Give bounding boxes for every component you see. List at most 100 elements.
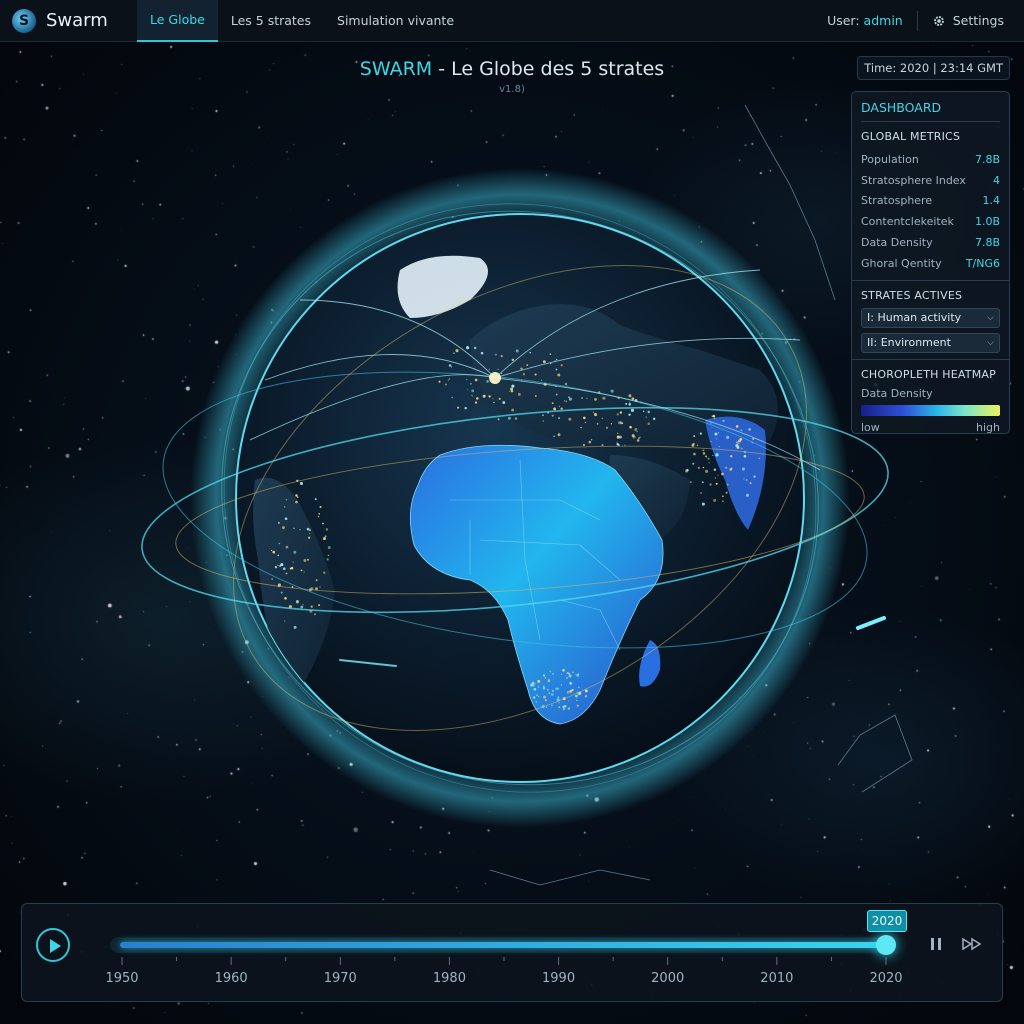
city-light xyxy=(729,467,733,471)
timeline-slider-handle[interactable] xyxy=(876,935,896,955)
city-light xyxy=(692,462,695,465)
city-light xyxy=(748,428,751,431)
heatmap-scale-labels: low high xyxy=(861,421,1000,434)
city-light xyxy=(493,401,495,404)
pause-button[interactable] xyxy=(928,936,944,952)
city-light xyxy=(327,554,330,557)
city-light xyxy=(476,397,479,400)
city-light xyxy=(551,689,554,693)
city-light xyxy=(566,691,570,694)
metric-value: 7.8B xyxy=(974,236,1000,250)
city-light xyxy=(438,380,441,383)
satellite-trail xyxy=(856,616,886,630)
metric-row: Ghoral Qentity T/NG6 xyxy=(861,253,1000,274)
settings-button[interactable]: Settings xyxy=(932,13,1004,28)
timeline-panel: 1950 1960 1970 1980 1990 2000 2010 2020 … xyxy=(21,903,1003,1002)
city-light xyxy=(469,382,472,385)
city-light xyxy=(292,561,294,563)
city-light xyxy=(715,438,717,440)
city-light xyxy=(572,671,574,674)
city-light xyxy=(647,410,650,414)
metric-value: 1.4 xyxy=(982,194,1001,208)
title-rest: - Le Globe des 5 strates xyxy=(432,58,665,80)
city-light xyxy=(285,572,288,575)
city-light xyxy=(474,378,478,382)
chevron-down-icon: ⌵ xyxy=(987,337,994,348)
city-light xyxy=(717,432,720,434)
strate-select-human-activity[interactable]: I: Human activity ⌵ xyxy=(861,307,1000,328)
strate-select-environment[interactable]: II: Environment ⌵ xyxy=(861,332,1000,353)
city-light xyxy=(281,526,285,530)
metric-row: Data Density 7.8B xyxy=(861,232,1000,253)
city-light xyxy=(530,683,533,686)
fast-forward-button[interactable] xyxy=(961,936,983,952)
city-light xyxy=(653,417,656,421)
city-light xyxy=(326,558,329,561)
strate-label: I: Human activity xyxy=(867,311,962,325)
city-light xyxy=(542,686,546,690)
city-light xyxy=(555,393,558,396)
city-light xyxy=(544,677,547,679)
brand[interactable]: S Swarm xyxy=(0,8,137,33)
city-light xyxy=(444,383,447,386)
city-light xyxy=(601,417,603,419)
city-light xyxy=(293,527,295,529)
city-light xyxy=(726,435,730,439)
metric-row: Population 7.8B xyxy=(861,149,1000,170)
city-light xyxy=(619,411,623,414)
city-light xyxy=(576,699,578,702)
city-light xyxy=(743,454,747,458)
city-light xyxy=(323,571,326,574)
city-light xyxy=(536,694,538,696)
city-light xyxy=(715,482,718,485)
city-light xyxy=(284,506,286,508)
city-light xyxy=(307,558,309,561)
city-light xyxy=(702,452,706,455)
city-light xyxy=(457,407,459,409)
city-light xyxy=(471,389,475,393)
city-light xyxy=(451,396,453,399)
city-light xyxy=(575,673,577,676)
metric-label: Ghoral Qentity xyxy=(861,256,942,270)
city-light xyxy=(584,421,587,424)
city-light xyxy=(560,407,563,410)
metric-label: Contentclekeitek xyxy=(861,215,954,229)
city-light xyxy=(594,413,598,417)
tab-simulation-vivante[interactable]: Simulation vivante xyxy=(324,0,467,42)
city-light xyxy=(483,394,486,397)
city-light xyxy=(696,444,699,447)
city-light xyxy=(447,379,449,381)
city-light xyxy=(277,564,279,567)
city-light xyxy=(319,586,321,588)
city-light xyxy=(735,444,739,448)
city-light xyxy=(306,527,310,531)
tab-les-5-strates[interactable]: Les 5 strates xyxy=(218,0,324,42)
city-light xyxy=(721,495,724,498)
metric-value: 4 xyxy=(993,173,1000,187)
city-light xyxy=(278,542,281,545)
city-light xyxy=(497,369,499,371)
city-light xyxy=(533,696,536,699)
city-light xyxy=(725,466,728,469)
city-light xyxy=(629,425,632,429)
city-light xyxy=(693,435,696,437)
tab-le-globe[interactable]: Le Globe xyxy=(137,0,218,42)
metric-value: 7.8B xyxy=(974,152,1000,166)
city-light xyxy=(557,696,560,699)
city-light xyxy=(570,682,572,684)
city-light xyxy=(492,398,494,400)
city-light xyxy=(566,672,569,674)
city-light xyxy=(502,401,506,404)
timeline-ticks xyxy=(121,957,887,965)
city-light xyxy=(702,466,705,469)
city-light xyxy=(540,379,543,381)
year-label: 1970 xyxy=(323,971,357,986)
city-light xyxy=(558,702,560,704)
global-metrics-heading: GLOBAL METRICS xyxy=(861,130,961,143)
city-light xyxy=(590,439,593,441)
city-light xyxy=(699,432,702,435)
city-light xyxy=(632,435,636,439)
city-light xyxy=(642,410,645,413)
user-name-link[interactable]: admin xyxy=(864,13,903,28)
city-light xyxy=(309,533,311,535)
